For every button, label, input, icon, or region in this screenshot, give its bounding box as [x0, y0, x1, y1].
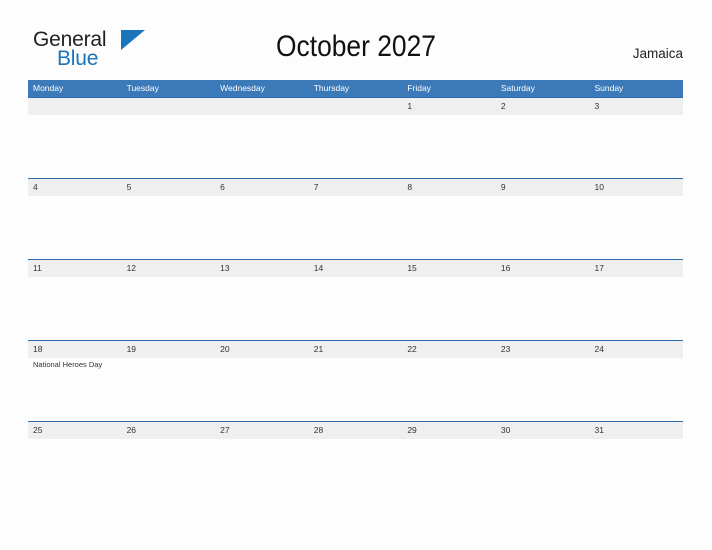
day-event[interactable] — [402, 115, 496, 178]
day-event[interactable] — [589, 196, 683, 259]
day-event[interactable] — [402, 277, 496, 340]
day-event[interactable] — [496, 115, 590, 178]
day-number[interactable]: 4 — [28, 179, 122, 196]
week-date-strip: 18 19 20 21 22 23 24 — [28, 340, 683, 358]
day-number[interactable] — [122, 98, 216, 115]
week-date-strip: 1 2 3 — [28, 97, 683, 115]
day-number[interactable] — [309, 98, 403, 115]
day-event[interactable] — [122, 277, 216, 340]
day-event[interactable] — [28, 196, 122, 259]
week-row: 18 19 20 21 22 23 24 National Heroes Day — [28, 340, 683, 421]
day-event[interactable] — [496, 439, 590, 502]
day-event[interactable] — [496, 196, 590, 259]
day-event[interactable] — [589, 277, 683, 340]
day-number[interactable]: 30 — [496, 422, 590, 439]
week-row: 11 12 13 14 15 16 17 — [28, 259, 683, 340]
day-event[interactable] — [122, 439, 216, 502]
day-number[interactable]: 14 — [309, 260, 403, 277]
day-event-holiday[interactable]: National Heroes Day — [28, 358, 122, 421]
day-event[interactable] — [309, 196, 403, 259]
day-number[interactable]: 2 — [496, 98, 590, 115]
day-number[interactable]: 7 — [309, 179, 403, 196]
day-event[interactable] — [28, 277, 122, 340]
day-event[interactable] — [28, 439, 122, 502]
day-number[interactable]: 3 — [589, 98, 683, 115]
week-row: 25 26 27 28 29 30 31 — [28, 421, 683, 502]
day-number[interactable]: 5 — [122, 179, 216, 196]
day-event[interactable] — [215, 358, 309, 421]
week-event-strip — [28, 277, 683, 340]
day-event[interactable] — [402, 196, 496, 259]
day-event[interactable] — [122, 196, 216, 259]
day-number[interactable]: 15 — [402, 260, 496, 277]
day-number[interactable]: 21 — [309, 341, 403, 358]
weekday-header-row: Monday Tuesday Wednesday Thursday Friday… — [28, 80, 683, 97]
day-number[interactable]: 20 — [215, 341, 309, 358]
week-date-strip: 25 26 27 28 29 30 31 — [28, 421, 683, 439]
day-number[interactable]: 11 — [28, 260, 122, 277]
day-number[interactable]: 23 — [496, 341, 590, 358]
day-event[interactable] — [402, 358, 496, 421]
country-label: Jamaica — [632, 46, 683, 61]
day-number[interactable]: 1 — [402, 98, 496, 115]
day-number[interactable]: 29 — [402, 422, 496, 439]
week-date-strip: 11 12 13 14 15 16 17 — [28, 259, 683, 277]
calendar-grid: Monday Tuesday Wednesday Thursday Friday… — [28, 80, 683, 502]
day-number[interactable]: 17 — [589, 260, 683, 277]
weekday-saturday: Saturday — [500, 83, 535, 93]
day-number[interactable]: 10 — [589, 179, 683, 196]
day-number[interactable]: 6 — [215, 179, 309, 196]
day-event[interactable] — [215, 196, 309, 259]
day-event[interactable] — [589, 439, 683, 502]
day-number[interactable]: 31 — [589, 422, 683, 439]
weekday-thursday: Thursday — [313, 83, 350, 93]
day-event[interactable] — [496, 277, 590, 340]
day-number[interactable]: 12 — [122, 260, 216, 277]
day-number[interactable] — [28, 98, 122, 115]
day-event[interactable] — [309, 439, 403, 502]
page-title: October 2027 — [276, 30, 436, 63]
day-event[interactable] — [28, 115, 122, 178]
day-number[interactable]: 16 — [496, 260, 590, 277]
day-event[interactable] — [122, 115, 216, 178]
day-event[interactable] — [589, 115, 683, 178]
day-event[interactable] — [215, 439, 309, 502]
day-event[interactable] — [309, 115, 403, 178]
day-number[interactable]: 26 — [122, 422, 216, 439]
day-event[interactable] — [309, 358, 403, 421]
week-row: 4 5 6 7 8 9 10 — [28, 178, 683, 259]
week-event-strip: National Heroes Day — [28, 358, 683, 421]
day-number[interactable]: 28 — [309, 422, 403, 439]
day-number[interactable]: 25 — [28, 422, 122, 439]
day-number[interactable]: 22 — [402, 341, 496, 358]
day-number[interactable]: 13 — [215, 260, 309, 277]
week-row: 1 2 3 — [28, 97, 683, 178]
day-event[interactable] — [309, 277, 403, 340]
weekday-wednesday: Wednesday — [220, 83, 265, 93]
day-number[interactable] — [215, 98, 309, 115]
page-header: General Blue October 2027 Jamaica — [0, 0, 712, 80]
day-number[interactable]: 19 — [122, 341, 216, 358]
weekday-tuesday: Tuesday — [126, 83, 159, 93]
day-number[interactable]: 8 — [402, 179, 496, 196]
day-event[interactable] — [402, 439, 496, 502]
day-number[interactable]: 24 — [589, 341, 683, 358]
day-number[interactable]: 18 — [28, 341, 122, 358]
day-event[interactable] — [215, 115, 309, 178]
day-event[interactable] — [215, 277, 309, 340]
day-number[interactable]: 27 — [215, 422, 309, 439]
day-number[interactable]: 9 — [496, 179, 590, 196]
week-date-strip: 4 5 6 7 8 9 10 — [28, 178, 683, 196]
day-event[interactable] — [589, 358, 683, 421]
calendar-page: General Blue October 2027 Jamaica Monday… — [0, 0, 712, 550]
weekday-monday: Monday — [33, 83, 64, 93]
weekday-sunday: Sunday — [594, 83, 624, 93]
week-event-strip — [28, 196, 683, 259]
day-event[interactable] — [122, 358, 216, 421]
weekday-friday: Friday — [407, 83, 431, 93]
week-event-strip — [28, 115, 683, 178]
day-event[interactable] — [496, 358, 590, 421]
week-event-strip — [28, 439, 683, 502]
